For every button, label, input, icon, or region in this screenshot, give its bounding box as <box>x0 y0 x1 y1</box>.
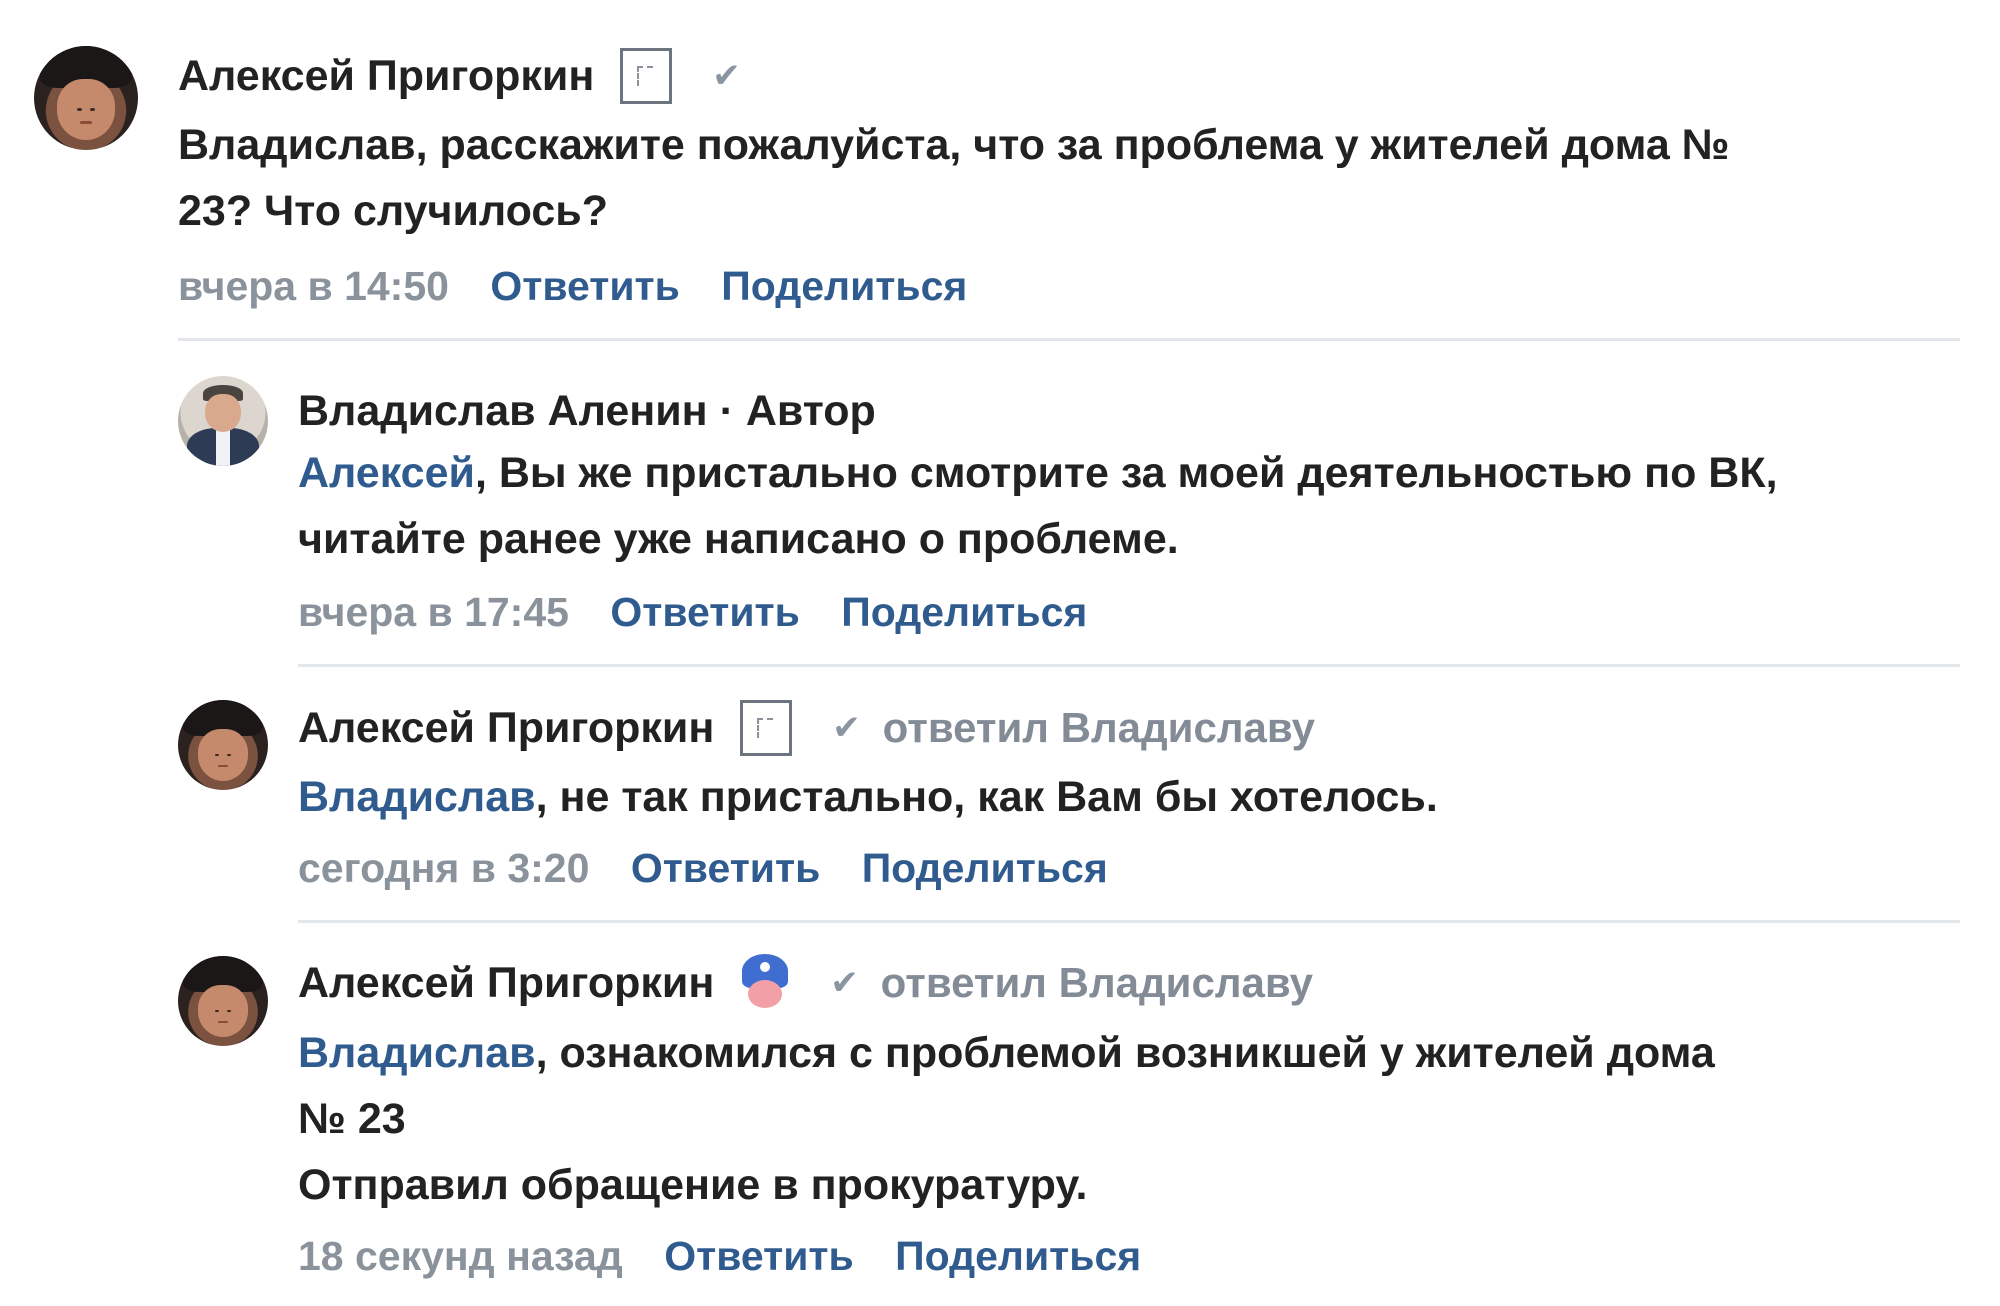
square-badge-icon <box>620 48 673 104</box>
share-button[interactable]: Поделиться <box>862 845 1108 891</box>
comment-header: Владислав Аленин · Автор <box>298 388 876 433</box>
separator <box>298 664 1960 667</box>
reply-button[interactable]: Ответить <box>490 263 679 309</box>
square-badge-icon <box>740 700 793 756</box>
comment-line: 23? Что случилось? <box>178 187 608 235</box>
author-name[interactable]: Алексей Пригоркин <box>298 961 714 1005</box>
timestamp[interactable]: сегодня в 3:20 <box>298 845 589 891</box>
comment-line: Алексей, Вы же пристально смотрите за мо… <box>298 440 1778 506</box>
comment-meta: вчера в 17:45 Ответить Поделиться <box>298 592 1087 633</box>
reply-button[interactable]: Ответить <box>610 589 799 635</box>
user-avatar[interactable] <box>178 956 268 1046</box>
mention-link[interactable]: Владислав <box>298 773 536 821</box>
comment-header: Алексей Пригоркин ✔ ответил Владиславу <box>298 700 1315 756</box>
timestamp[interactable]: вчера в 17:45 <box>298 589 569 635</box>
checkmark-icon: ✔ <box>830 964 859 1002</box>
user-avatar[interactable] <box>178 376 268 466</box>
checkmark-icon: ✔ <box>712 57 741 95</box>
reply-button[interactable]: Ответить <box>664 1233 853 1279</box>
replied-to[interactable]: ответил Владиславу <box>881 962 1313 1004</box>
comment-line: № 23 <box>298 1095 406 1143</box>
comment-line: Владислав, расскажите пожалуйста, что за… <box>178 121 1730 169</box>
comment-text: Владислав, не так пристально, как Вам бы… <box>298 764 1438 830</box>
replied-to[interactable]: ответил Владиславу <box>883 707 1315 749</box>
checkmark-icon: ✔ <box>832 709 861 747</box>
comment-text: Владислав, ознакомился с проблемой возни… <box>298 1020 1715 1218</box>
comment-line: Владислав, не так пристально, как Вам бы… <box>298 764 1438 830</box>
reply-button[interactable]: Ответить <box>631 845 820 891</box>
timestamp[interactable]: вчера в 14:50 <box>178 263 449 309</box>
comment-meta: сегодня в 3:20 Ответить Поделиться <box>298 848 1108 889</box>
comment-header: Алексей Пригоркин ✔ <box>178 48 741 104</box>
author-name[interactable]: Владислав Аленин · Автор <box>298 390 876 433</box>
comment-meta: вчера в 14:50 Ответить Поделиться <box>178 266 967 307</box>
mention-link[interactable]: Алексей <box>298 449 475 497</box>
comment-line-text: , Вы же пристально смотрите за моей деят… <box>474 449 1778 497</box>
user-avatar[interactable] <box>34 46 138 150</box>
comment-header: Алексей Пригоркин ✔ ответил Владиславу <box>298 954 1313 1012</box>
mask-badge-icon <box>740 954 790 1012</box>
share-button[interactable]: Поделиться <box>841 589 1087 635</box>
author-name[interactable]: Алексей Пригоркин <box>298 706 714 750</box>
separator <box>298 920 1960 923</box>
mention-link[interactable]: Владислав <box>298 1029 536 1077</box>
comment-line-text: , не так пристально, как Вам бы хотелось… <box>535 773 1438 821</box>
comment-line-text: , ознакомился с проблемой возникшей у жи… <box>535 1029 1715 1077</box>
comment-line: читайте ранее уже написано о проблеме. <box>298 515 1179 563</box>
timestamp[interactable]: 18 секунд назад <box>298 1233 623 1279</box>
comment-text: Владислав, расскажите пожалуйста, что за… <box>178 112 1730 244</box>
comment-meta: 18 секунд назад Ответить Поделиться <box>298 1236 1141 1277</box>
comment-line: Отправил обращение в прокуратуру. <box>298 1161 1088 1209</box>
user-avatar[interactable] <box>178 700 268 790</box>
share-button[interactable]: Поделиться <box>895 1233 1141 1279</box>
separator <box>178 338 1960 341</box>
share-button[interactable]: Поделиться <box>721 263 967 309</box>
comment-line: Владислав, ознакомился с проблемой возни… <box>298 1020 1715 1086</box>
comment-text: Алексей, Вы же пристально смотрите за мо… <box>298 440 1778 572</box>
author-name[interactable]: Алексей Пригоркин <box>178 54 594 98</box>
